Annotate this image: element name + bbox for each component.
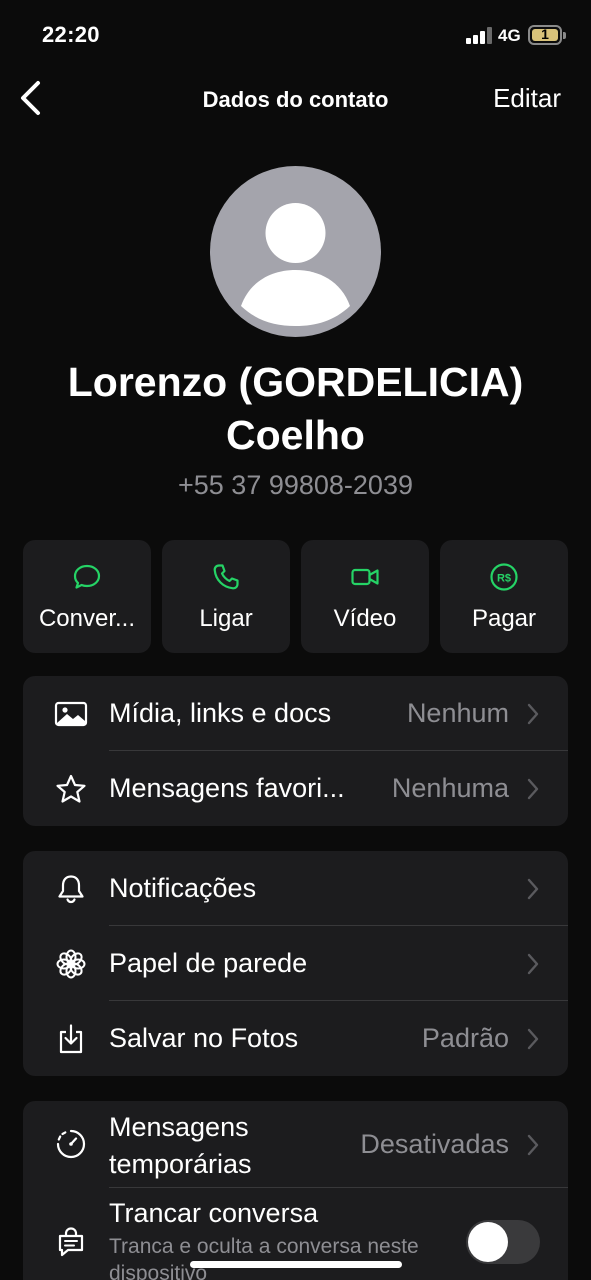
starred-messages-value: Nenhuma <box>391 773 509 803</box>
image-icon <box>54 701 88 727</box>
lock-chat-description: Tranca e oculta a conversa neste disposi… <box>109 1233 419 1280</box>
timer-icon <box>56 1129 86 1159</box>
lock-chat-description-line1: Tranca e oculta a conversa neste <box>109 1235 419 1258</box>
phone-icon <box>213 564 239 590</box>
pay-action-button[interactable]: R$ Pagar <box>440 540 568 653</box>
disappearing-messages-label-line2: temporárias <box>109 1149 252 1179</box>
video-camera-icon <box>351 568 379 586</box>
chat-bubble-icon <box>73 564 101 589</box>
disappearing-messages-label-line1: Mensagens <box>109 1112 249 1142</box>
chevron-right-icon <box>527 703 539 725</box>
save-to-photos-row[interactable]: Salvar no Fotos Padrão <box>23 1001 568 1076</box>
status-bar: 22:20 4G 1 <box>0 0 591 70</box>
disappearing-messages-value: Desativadas <box>360 1129 509 1159</box>
call-action-label: Ligar <box>199 605 253 632</box>
chevron-right-icon <box>527 953 539 975</box>
privacy-group: Mensagens temporárias Desativadas Tranca… <box>23 1101 568 1280</box>
lock-chat-toggle[interactable] <box>466 1220 540 1264</box>
chevron-right-icon <box>527 1134 539 1156</box>
real-currency-icon: R$ <box>490 563 518 591</box>
notifications-label: Notificações <box>109 873 257 903</box>
pay-action-label: Pagar <box>471 605 537 632</box>
chevron-right-icon <box>527 778 539 800</box>
video-action-button[interactable]: Vídeo <box>301 540 429 653</box>
svg-text:R$: R$ <box>497 573 511 585</box>
status-time: 22:20 <box>42 22 100 47</box>
battery-icon: 1 <box>528 25 566 45</box>
person-placeholder-icon <box>241 203 350 326</box>
lock-chat-label: Trancar conversa <box>109 1198 319 1228</box>
save-download-icon <box>59 1024 83 1054</box>
call-action-button[interactable]: Ligar <box>162 540 290 653</box>
disappearing-messages-row[interactable]: Mensagens temporárias Desativadas <box>23 1101 568 1188</box>
battery-level: 1 <box>541 26 549 42</box>
wallpaper-row[interactable]: Papel de parede <box>23 926 568 1001</box>
star-icon <box>56 774 86 803</box>
disappearing-messages-label: Mensagens temporárias <box>109 1109 252 1183</box>
cellular-signal-icon <box>466 27 492 44</box>
chat-lock-icon <box>58 1227 84 1257</box>
chevron-right-icon <box>527 1028 539 1050</box>
contact-name-line2: Coelho <box>226 412 365 458</box>
save-to-photos-label: Salvar no Fotos <box>109 1023 299 1053</box>
edit-button[interactable]: Editar <box>493 83 561 114</box>
contact-name: Lorenzo (GORDELICIA) Coelho <box>0 356 591 462</box>
contact-name-line1: Lorenzo (GORDELICIA) <box>67 359 524 405</box>
wallpaper-label: Papel de parede <box>109 948 308 978</box>
media-group: Mídia, links e docs Nenhum Mensagens fav… <box>23 676 568 826</box>
avatar[interactable] <box>210 166 381 337</box>
home-indicator[interactable] <box>190 1261 402 1268</box>
network-type: 4G <box>498 26 521 45</box>
media-links-docs-label: Mídia, links e docs <box>109 698 332 728</box>
video-action-label: Vídeo <box>333 605 397 632</box>
bell-icon <box>58 875 84 904</box>
message-action-label: Conver... <box>38 605 136 632</box>
settings-group: Notificações Papel de parede Salvar no F… <box>23 851 568 1076</box>
flower-icon <box>56 949 86 979</box>
starred-messages-label: Mensagens favori... <box>109 773 345 803</box>
notifications-row[interactable]: Notificações <box>23 851 568 926</box>
contact-phone[interactable]: +55 37 99808-2039 <box>0 470 591 501</box>
save-to-photos-value: Padrão <box>421 1023 509 1053</box>
toggle-knob <box>468 1222 508 1262</box>
chevron-right-icon <box>527 878 539 900</box>
media-links-docs-row[interactable]: Mídia, links e docs Nenhum <box>23 676 568 751</box>
message-action-button[interactable]: Conver... <box>23 540 151 653</box>
media-links-docs-value: Nenhum <box>406 698 509 728</box>
starred-messages-row[interactable]: Mensagens favori... Nenhuma <box>23 751 568 826</box>
